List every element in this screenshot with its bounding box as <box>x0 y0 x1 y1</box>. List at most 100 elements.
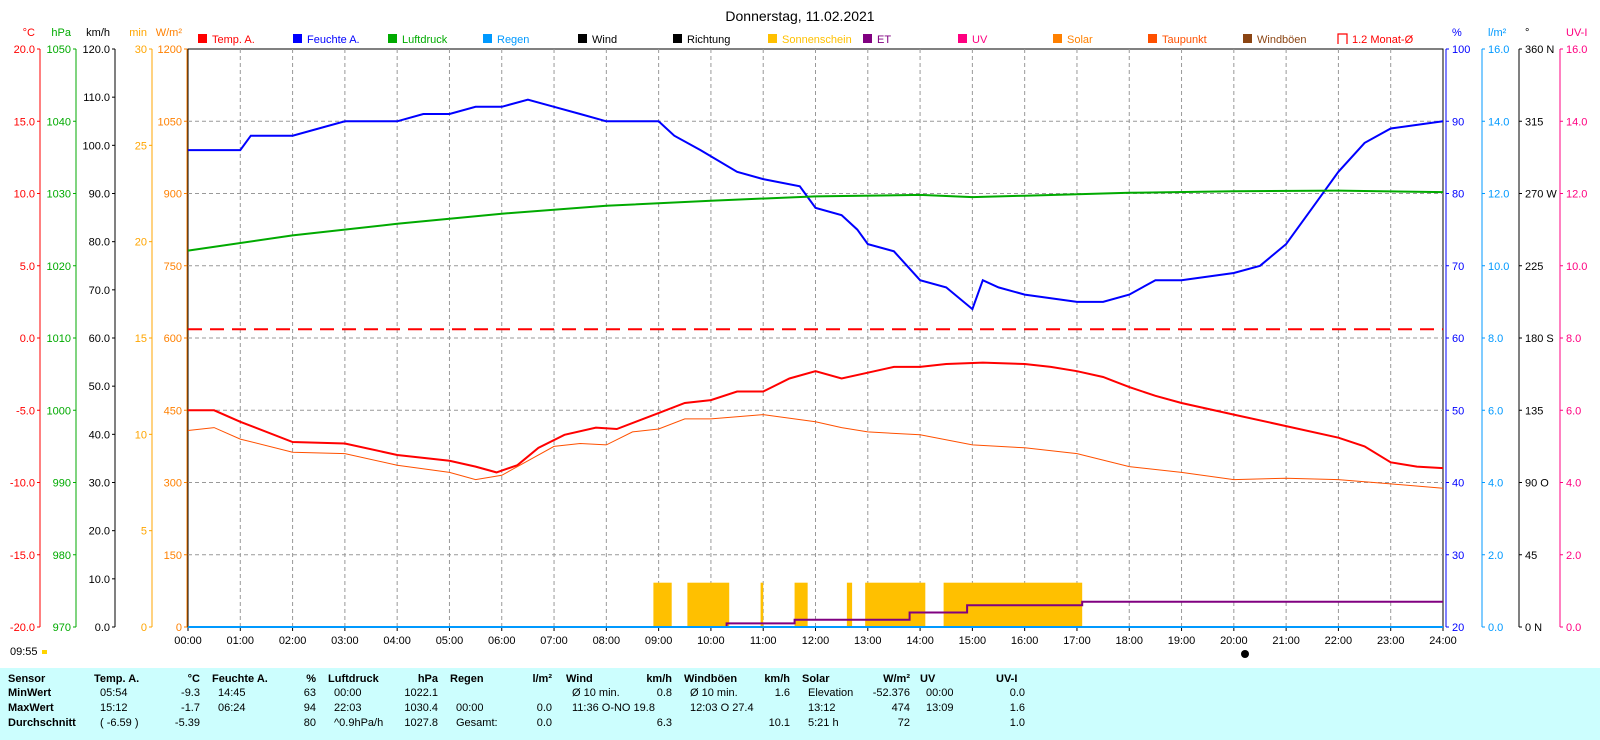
legend-swatch <box>1337 33 1348 44</box>
x-tick-label: 11:00 <box>750 635 777 647</box>
stats-cell: 0.0 <box>1009 687 1025 699</box>
kmh-tick-label: 20.0 <box>89 526 110 538</box>
stats-cell: Sensor <box>8 673 46 685</box>
legend-label: Temp. A. <box>212 34 255 46</box>
stats-cell: 1.0 <box>1009 717 1025 729</box>
hpa-tick-label: 1020 <box>47 261 71 273</box>
legend-swatch <box>673 34 682 43</box>
stats-cell: 94 <box>303 702 316 714</box>
pct-tick-label: 20 <box>1452 622 1464 634</box>
x-tick-label: 07:00 <box>540 635 568 647</box>
kmh-tick-label: 100.0 <box>82 140 110 152</box>
uvi-axis-unit: UV-I <box>1566 27 1587 39</box>
uvi-tick-label: 2.0 <box>1566 550 1581 562</box>
kmh-tick-label: 60.0 <box>89 333 110 345</box>
lm2-tick-label: 16.0 <box>1488 44 1509 56</box>
wm2-tick-label: 450 <box>164 405 182 417</box>
deg-tick-label: 0 N <box>1525 622 1542 634</box>
temp-tick-label: -5.0 <box>16 405 35 417</box>
stats-cell: 05:54 <box>100 687 128 699</box>
uvi-tick-label: 6.0 <box>1566 405 1581 417</box>
x-tick-label: 02:00 <box>279 635 307 647</box>
wm2-tick-label: 0 <box>176 622 182 634</box>
min-tick-label: 10 <box>135 429 147 441</box>
pct-tick-label: 60 <box>1452 333 1464 345</box>
wm2-tick-label: 900 <box>164 189 182 201</box>
hpa-tick-label: 1000 <box>47 405 71 417</box>
hpa-tick-label: 1030 <box>47 189 71 201</box>
deg-tick-label: 315 <box>1525 116 1543 128</box>
temp-tick-label: 0.0 <box>20 333 35 345</box>
lm2-tick-label: 2.0 <box>1488 550 1503 562</box>
stats-cell: -52.376 <box>872 687 910 699</box>
lm2-axis-unit: l/m² <box>1488 27 1507 39</box>
stats-cell: -5.39 <box>174 717 200 729</box>
stats-cell: 06:24 <box>218 702 246 714</box>
stats-cell: km/h <box>764 673 790 685</box>
x-tick-label: 12:00 <box>802 635 830 647</box>
stats-cell: 5:21 h <box>808 717 839 729</box>
pct-tick-label: 70 <box>1452 261 1464 273</box>
hpa-axis-unit: hPa <box>51 27 71 39</box>
wm2-tick-label: 300 <box>164 478 182 490</box>
legend-swatch <box>958 34 967 43</box>
kmh-tick-label: 110.0 <box>83 92 110 104</box>
stats-cell: 1.6 <box>1009 702 1025 714</box>
legend-label: Feuchte A. <box>307 34 360 46</box>
legend-label: Windböen <box>1257 34 1307 46</box>
x-tick-label: 23:00 <box>1377 635 1405 647</box>
x-tick-label: 01:00 <box>227 635 255 647</box>
uvi-tick-label: 8.0 <box>1566 333 1581 345</box>
min-tick-label: 15 <box>135 333 147 345</box>
kmh-tick-label: 90.0 <box>89 189 110 201</box>
x-tick-label: 04:00 <box>383 635 411 647</box>
x-tick-label: 15:00 <box>959 635 987 647</box>
stats-cell: 72 <box>897 717 910 729</box>
uvi-tick-label: 14.0 <box>1566 116 1587 128</box>
temp-tick-label: 5.0 <box>20 261 35 273</box>
legend-swatch <box>198 34 207 43</box>
pct-tick-label: 30 <box>1452 550 1464 562</box>
wm2-tick-label: 600 <box>164 333 182 345</box>
stats-cell: 474 <box>891 702 910 714</box>
legend-label: Regen <box>497 34 529 46</box>
x-tick-label: 22:00 <box>1325 635 1353 647</box>
stats-cell: 1030.4 <box>404 702 438 714</box>
lm2-tick-label: 6.0 <box>1488 405 1503 417</box>
uvi-tick-label: 16.0 <box>1566 44 1587 56</box>
stats-cell: 1027.8 <box>404 717 438 729</box>
hpa-tick-label: 970 <box>53 622 71 634</box>
stats-cell: 13:12 <box>808 702 836 714</box>
stats-cell: -9.3 <box>181 687 200 699</box>
x-tick-label: 21:00 <box>1272 635 1300 647</box>
pct-tick-label: 80 <box>1452 189 1464 201</box>
legend-swatch <box>1243 34 1252 43</box>
sunshine-bar <box>653 582 672 627</box>
wm2-tick-label: 1200 <box>158 44 182 56</box>
kmh-tick-label: 30.0 <box>89 478 110 490</box>
temp-tick-label: -15.0 <box>10 550 35 562</box>
sunshine-bar <box>760 582 764 627</box>
min-tick-label: 5 <box>141 526 147 538</box>
stats-cell: -1.7 <box>181 702 200 714</box>
temp-tick-label: -10.0 <box>10 478 35 490</box>
stats-cell: Luftdruck <box>328 673 379 685</box>
stats-cell: 0.8 <box>656 687 672 699</box>
pct-tick-label: 90 <box>1452 116 1464 128</box>
hpa-tick-label: 1050 <box>47 44 71 56</box>
stats-cell: UV-I <box>996 673 1018 685</box>
uvi-tick-label: 12.0 <box>1566 189 1587 201</box>
x-tick-label: 06:00 <box>488 635 516 647</box>
stats-cell: 1.6 <box>774 687 790 699</box>
stats-cell: MinWert <box>8 687 52 699</box>
stats-cell: Regen <box>450 673 484 685</box>
deg-axis-unit: ° <box>1525 27 1529 39</box>
lm2-tick-label: 14.0 <box>1488 116 1509 128</box>
deg-tick-label: 360 N <box>1525 44 1554 56</box>
kmh-tick-label: 70.0 <box>89 285 110 297</box>
legend-swatch <box>1053 34 1062 43</box>
legend-swatch <box>483 34 492 43</box>
x-tick-label: 14:00 <box>906 635 934 647</box>
x-tick-label: 19:00 <box>1168 635 1196 647</box>
legend-swatch <box>768 34 777 43</box>
